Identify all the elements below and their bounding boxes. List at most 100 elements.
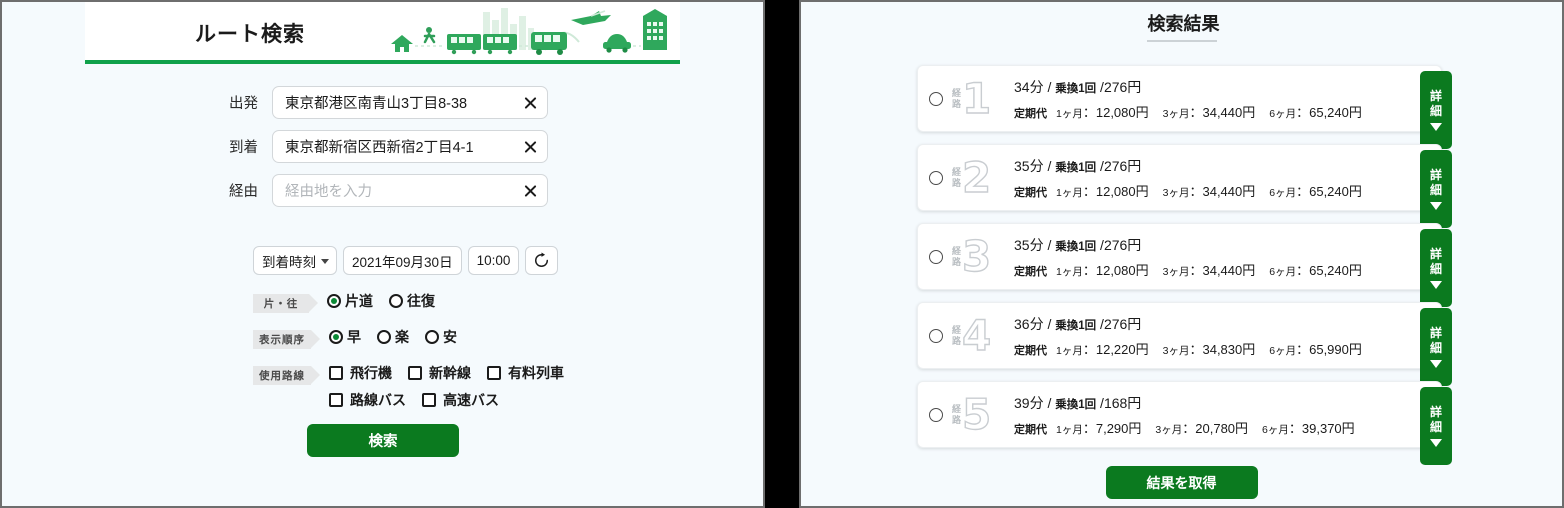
results-list: 経 路 1 34分 / 乗換1回 /276円 定期代 1ヶ月：12,080円 3… [917,65,1452,465]
chevron-down-icon [321,258,329,264]
pass-price: 65,240円 [1309,183,1362,199]
route-kanji-top: 経 [952,324,962,335]
pass-term: 3ヶ月 [1162,265,1190,278]
route-kanji-bottom: 路 [952,414,962,425]
pass-3month: 3ヶ月：34,830円 [1162,341,1256,357]
pass-label: 定期代 [1014,423,1047,436]
pass-term: 3ヶ月 [1155,423,1183,436]
route-kanji: 経 路 [952,325,961,347]
result-card[interactable]: 経 路 1 34分 / 乗換1回 /276円 定期代 1ヶ月：12,080円 3… [917,65,1452,149]
duration: 35分 [1014,236,1044,253]
via-placeholder: 経由地を入力 [285,184,372,200]
pass-term: 1ヶ月 [1056,265,1083,278]
route-kanji-bottom: 路 [952,177,962,188]
search-button[interactable]: 検索 [307,424,459,457]
detail-button[interactable]: 詳 細 [1420,387,1452,465]
clear-icon[interactable] [522,139,538,155]
result-card[interactable]: 経 路 3 35分 / 乗換1回 /276円 定期代 1ヶ月：12,080円 3… [917,223,1452,307]
pass-term: 6ヶ月 [1269,344,1297,357]
result-card[interactable]: 経 路 5 39分 / 乗換1回 /168円 定期代 1ヶ月：7,290円 3ヶ… [917,381,1452,465]
pass-1month: 1ヶ月：7,290円 [1056,420,1142,436]
detail-button[interactable]: 詳 細 [1420,229,1452,307]
result-card[interactable]: 経 路 4 36分 / 乗換1回 /276円 定期代 1ヶ月：12,220円 3… [917,302,1452,386]
route-badge: 経 路 2 [952,155,1008,198]
route-search-panel: ルート検索 出発 東京都港区南青山3丁目8-38 到着 東京都新宿区西新宿2丁目… [0,0,765,508]
fare: 276円 [1103,78,1142,95]
pass-label: 定期代 [1014,186,1047,199]
result-select-radio[interactable] [929,249,943,264]
result-select-radio[interactable] [929,91,943,106]
fare: 276円 [1103,157,1142,174]
result-info: 36分 / 乗換1回 /276円 定期代 1ヶ月：12,220円 3ヶ月：34,… [1008,314,1441,358]
checkbox-limited-express[interactable]: 有料列車 [487,363,564,383]
field-row-via: 経由 経由地を入力 [2,174,763,207]
time-mode-select[interactable]: 到着時刻 [253,246,337,275]
route-kanji: 経 路 [952,167,961,189]
route-kanji-top: 経 [952,403,962,414]
radio-label: 楽 [395,329,409,345]
fetch-results-button[interactable]: 結果を取得 [1105,466,1258,499]
pass-price: 65,240円 [1309,262,1362,278]
checkbox-airplane[interactable]: 飛行機 [329,363,392,383]
checkbox-local-bus[interactable]: 路線バス [329,390,406,410]
detail-button[interactable]: 詳 細 [1420,308,1452,386]
time-input[interactable]: 10:00 [467,246,520,275]
trip-type-tag: 片・往 [253,294,318,313]
date-value: 2021年09月30日 [352,254,453,270]
transfers: 乗換1回 [1055,398,1097,411]
via-label: 経由 [229,184,258,200]
checkbox-indicator [422,393,436,407]
duration: 36分 [1014,315,1044,332]
route-number: 1 [961,73,992,123]
clear-icon[interactable] [522,183,538,199]
detail-button[interactable]: 詳 細 [1420,71,1452,149]
result-summary: 35分 / 乗換1回 /276円 [1014,157,1142,174]
reload-button[interactable] [525,246,559,275]
result-card[interactable]: 経 路 2 35分 / 乗換1回 /276円 定期代 1ヶ月：12,080円 3… [917,144,1452,228]
detail-label-top: 詳 [1429,405,1442,419]
option-row-sort-order: 表示順序 早 楽 安 [2,327,763,354]
pass-term: 3ヶ月 [1162,186,1190,199]
pass-6month: 6ヶ月：65,240円 [1269,262,1362,278]
clear-icon[interactable] [522,95,538,111]
radio-cheapest[interactable]: 安 [425,327,457,347]
checkbox-shinkansen[interactable]: 新幹線 [408,363,471,383]
pass-term: 6ヶ月 [1269,107,1297,120]
time-value: 10:00 [476,253,511,268]
route-kanji-bottom: 路 [952,98,962,109]
route-kanji-top: 経 [952,166,962,177]
option-row-transport: 使用路線 飛行機 新幹線 有料列車 路線バス 高速バス [2,363,763,417]
result-summary: 39分 / 乗換1回 /168円 [1014,394,1142,411]
option-row-trip-type: 片・往 片道 往復 [2,291,763,318]
radio-easiest[interactable]: 楽 [377,327,409,347]
pass-6month: 6ヶ月：65,240円 [1269,104,1362,120]
options-section: 片・往 片道 往復 表示順序 早 楽 安 使用路線 飛行機 新幹線 有料列車 路… [2,291,763,426]
radio-round-trip[interactable]: 往復 [389,291,435,311]
pass-price: 20,780円 [1195,420,1249,436]
result-info: 35分 / 乗換1回 /276円 定期代 1ヶ月：12,080円 3ヶ月：34,… [1008,156,1441,200]
pass-price: 34,440円 [1202,262,1256,278]
detail-button[interactable]: 詳 細 [1420,150,1452,228]
result-select-radio[interactable] [929,407,943,422]
radio-one-way[interactable]: 片道 [327,291,373,311]
checkbox-highway-bus[interactable]: 高速バス [422,390,499,410]
duration: 39分 [1014,394,1044,411]
route-kanji-top: 経 [952,245,962,256]
result-select-radio[interactable] [929,328,943,343]
departure-input[interactable]: 東京都港区南青山3丁目8-38 [272,86,548,119]
checkbox-label: 高速バス [443,392,499,408]
pass-6month: 6ヶ月：39,370円 [1262,420,1355,436]
field-row-arrival: 到着 東京都新宿区西新宿2丁目4-1 [2,130,763,163]
pass-price: 34,830円 [1202,341,1256,357]
search-form: 出発 東京都港区南青山3丁目8-38 到着 東京都新宿区西新宿2丁目4-1 経由… [2,86,763,218]
date-input[interactable]: 2021年09月30日 [343,246,462,275]
result-select-radio[interactable] [929,170,943,185]
radio-fastest[interactable]: 早 [329,327,361,347]
transport-group: 飛行機 新幹線 有料列車 路線バス 高速バス [329,363,597,417]
chevron-down-icon [1430,123,1442,131]
via-input[interactable]: 経由地を入力 [272,174,548,207]
panel-gap [765,0,799,508]
left-header-card: ルート検索 [85,2,680,60]
arrival-input[interactable]: 東京都新宿区西新宿2丁目4-1 [272,130,548,163]
result-info: 35分 / 乗換1回 /276円 定期代 1ヶ月：12,080円 3ヶ月：34,… [1008,235,1441,279]
